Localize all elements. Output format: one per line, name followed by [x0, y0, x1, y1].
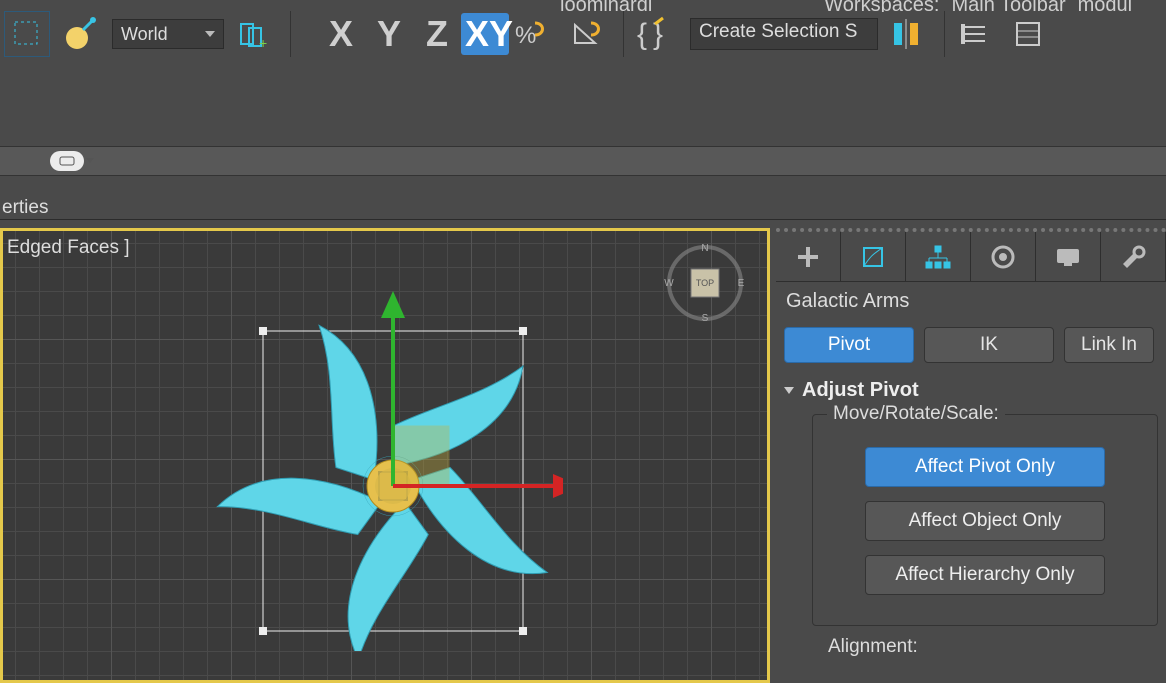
tab-modify[interactable]	[841, 232, 906, 281]
tab-create[interactable]	[776, 232, 841, 281]
svg-text:{: {	[637, 18, 647, 51]
group-move-rotate-scale: Move/Rotate/Scale: Affect Pivot Only Aff…	[812, 414, 1158, 626]
compass-s: S	[702, 313, 709, 324]
compass-e: E	[738, 278, 745, 289]
separator	[623, 11, 624, 57]
affect-hierarchy-only-button[interactable]: Affect Hierarchy Only	[865, 555, 1105, 595]
ribbon-bar	[0, 146, 1166, 176]
svg-text:+: +	[259, 35, 267, 50]
viewport-shading-label[interactable]: Edged Faces ]	[7, 237, 130, 259]
rollout-adjust-pivot: Adjust Pivot Move/Rotate/Scale: Affect P…	[784, 375, 1158, 626]
selection-filter-icon[interactable]	[4, 11, 50, 57]
separator	[290, 11, 291, 57]
tab-display[interactable]	[1036, 232, 1101, 281]
command-panel-tabs	[776, 232, 1166, 282]
compass-w: W	[664, 278, 674, 289]
tab-hierarchy[interactable]	[906, 232, 971, 281]
svg-text:%: %	[515, 22, 536, 49]
hierarchy-subtabs: Pivot IK Link In	[776, 321, 1166, 369]
coord-system-value: World	[121, 24, 168, 45]
group-alignment-legend: Alignment:	[828, 636, 918, 658]
angle-snap-icon[interactable]	[563, 11, 609, 57]
compass-n: N	[701, 243, 708, 254]
window-crossing-icon[interactable]	[58, 11, 104, 57]
axis-x-button[interactable]: X	[317, 13, 365, 55]
subtab-link-info[interactable]: Link In	[1064, 327, 1154, 363]
viewport[interactable]: Edged Faces ] TOP N E S W	[0, 228, 770, 683]
main-toolbar: World + X Y Z XY % {} Create Selection S	[0, 6, 1166, 62]
chevron-down-icon	[784, 387, 794, 394]
group-legend: Move/Rotate/Scale:	[827, 403, 1005, 425]
coord-system-dropdown[interactable]: World	[112, 19, 224, 49]
viewcube-face[interactable]: TOP	[696, 278, 714, 288]
percent-snap-icon[interactable]: %	[509, 11, 555, 57]
use-pivot-center-icon[interactable]: +	[230, 11, 276, 57]
affect-pivot-only-button[interactable]: Affect Pivot Only	[865, 447, 1105, 487]
separator	[944, 11, 945, 57]
selection-set-dropdown[interactable]: Create Selection S	[690, 18, 878, 50]
rollout-adjust-pivot-header[interactable]: Adjust Pivot	[784, 375, 1158, 406]
mirror-icon[interactable]	[884, 11, 930, 57]
schematic-view-icon[interactable]	[1005, 11, 1051, 57]
axis-xy-button[interactable]: XY	[461, 13, 509, 55]
rollout-title: Adjust Pivot	[802, 379, 919, 402]
tab-motion[interactable]	[971, 232, 1036, 281]
align-list-icon[interactable]	[951, 11, 997, 57]
selected-object[interactable]: y x	[203, 291, 563, 651]
axis-y-button[interactable]: Y	[365, 13, 413, 55]
subtab-pivot[interactable]: Pivot	[784, 327, 914, 363]
affect-object-only-button[interactable]: Affect Object Only	[865, 501, 1105, 541]
axis-z-button[interactable]: Z	[413, 13, 461, 55]
viewport-tab-row: erties	[0, 190, 1166, 220]
selection-set-text: Create Selection S	[699, 21, 857, 42]
object-name: Galactic Arms	[776, 282, 1166, 321]
ribbon-panel-toggle[interactable]	[50, 151, 84, 171]
named-sel-sets-icon[interactable]: {}	[630, 11, 676, 57]
viewcube[interactable]: TOP N E S W	[663, 241, 747, 325]
tab-utilities[interactable]	[1101, 232, 1166, 281]
properties-tab[interactable]: erties	[2, 197, 48, 219]
command-panel: Galactic Arms Pivot IK Link In Adjust Pi…	[776, 228, 1166, 683]
subtab-ik[interactable]: IK	[924, 327, 1054, 363]
